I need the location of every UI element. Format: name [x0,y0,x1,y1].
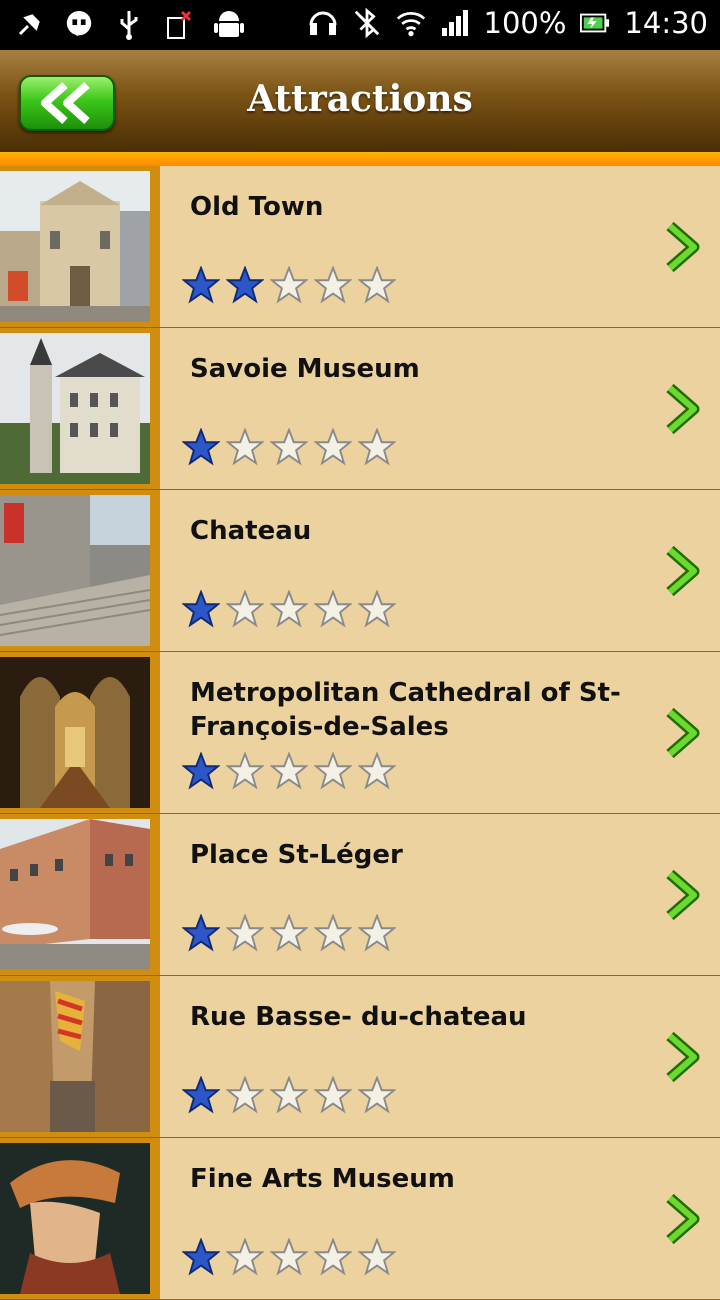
star-filled-icon [226,266,264,304]
star-empty-icon [270,428,308,466]
chevron-right-icon[interactable] [664,706,702,760]
star-empty-icon [314,590,352,628]
star-filled-icon [182,1238,220,1276]
page-title: Attractions [247,78,473,120]
star-filled-icon [182,914,220,952]
chevron-right-icon[interactable] [664,382,702,436]
star-empty-icon [358,266,396,304]
star-filled-icon [182,428,220,466]
bluetooth-off-icon [352,6,382,40]
star-empty-icon [270,914,308,952]
battery-percent: 100% [483,6,567,40]
rating-stars [182,752,396,790]
star-empty-icon [226,914,264,952]
list-item-savoie-museum[interactable]: Savoie Museum [0,328,720,490]
rue-basse-photo [0,981,150,1132]
attraction-name: Rue Basse- du-chateau [190,1002,527,1032]
list-item-fine-arts-museum[interactable]: Fine Arts Museum [0,1138,720,1300]
star-empty-icon [226,590,264,628]
star-empty-icon [270,266,308,304]
attraction-name: Metropolitan Cathedral of St-François-de… [190,678,621,742]
attractions-list: Old Town Savoie Museum Chateau Metropoli… [0,166,720,1300]
rating-stars [182,428,396,466]
star-empty-icon [314,1076,352,1114]
attraction-name: Old Town [190,192,324,222]
star-empty-icon [226,752,264,790]
star-empty-icon [270,752,308,790]
rating-stars [182,914,396,952]
hangouts-icon [64,8,94,42]
list-item-chateau[interactable]: Chateau [0,490,720,652]
battery-icon [580,6,610,40]
star-empty-icon [314,266,352,304]
star-empty-icon [358,428,396,466]
attraction-name: Savoie Museum [190,354,420,384]
star-empty-icon [270,590,308,628]
chevron-right-icon[interactable] [664,868,702,922]
chevron-right-icon[interactable] [664,220,702,274]
rating-stars [182,266,396,304]
clock: 14:30 [624,6,708,40]
star-empty-icon [358,1238,396,1276]
usb-icon [114,8,144,42]
list-item-rue-basse[interactable]: Rue Basse- du-chateau [0,976,720,1138]
headset-icon [308,6,338,40]
sim-icon [164,8,194,42]
wifi-icon [396,6,426,40]
place-st-leger-photo [0,819,150,970]
star-empty-icon [314,914,352,952]
star-empty-icon [314,1238,352,1276]
attraction-name: Place St-Léger [190,840,403,870]
chevron-right-icon[interactable] [664,544,702,598]
star-empty-icon [226,1076,264,1114]
star-empty-icon [270,1238,308,1276]
cathedral-photo [0,657,150,808]
chateau-photo [0,495,150,646]
star-empty-icon [226,428,264,466]
star-filled-icon [182,266,220,304]
list-item-place-st-leger[interactable]: Place St-Léger [0,814,720,976]
fine-arts-museum-photo [0,1143,150,1294]
star-empty-icon [314,752,352,790]
star-filled-icon [182,752,220,790]
pin-icon [14,8,44,42]
list-item-old-town[interactable]: Old Town [0,166,720,328]
star-empty-icon [358,590,396,628]
attraction-name: Chateau [190,516,312,546]
star-empty-icon [358,752,396,790]
rating-stars [182,590,396,628]
attraction-name: Fine Arts Museum [190,1164,455,1194]
status-bar: 100% 14:30 [0,0,720,50]
star-empty-icon [358,1076,396,1114]
rating-stars [182,1076,396,1114]
header-accent-strip [0,152,720,166]
star-filled-icon [182,1076,220,1114]
list-item-cathedral[interactable]: Metropolitan Cathedral of St-François-de… [0,652,720,814]
savoie-museum-photo [0,333,150,484]
rating-stars [182,1238,396,1276]
star-empty-icon [314,428,352,466]
star-empty-icon [270,1076,308,1114]
old-town-photo [0,171,150,322]
star-empty-icon [358,914,396,952]
star-empty-icon [226,1238,264,1276]
android-icon [214,8,244,42]
star-filled-icon [182,590,220,628]
signal-icon [440,6,470,40]
chevron-right-icon[interactable] [664,1030,702,1084]
chevron-right-icon[interactable] [664,1192,702,1246]
